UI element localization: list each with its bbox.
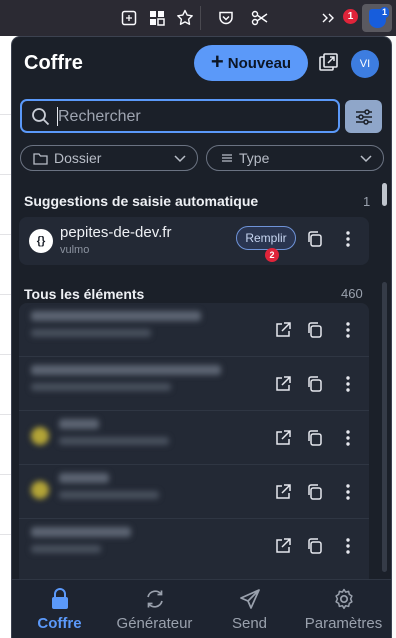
site-favicon-icon: {}: [29, 229, 53, 253]
plus-icon: +: [210, 49, 224, 74]
text-caret: [57, 107, 58, 126]
search-input[interactable]: [56, 106, 330, 128]
nav-vault[interactable]: Coffre: [12, 580, 107, 638]
blurred-item-text: [31, 365, 221, 391]
popout-icon[interactable]: [317, 52, 339, 74]
bitwarden-popup: Coffre + Nouveau VI Dossier Type Suggest…: [12, 37, 391, 638]
copy-icon[interactable]: [304, 535, 326, 557]
more-options-icon[interactable]: [337, 535, 359, 557]
nav-settings[interactable]: Paramètres: [296, 580, 391, 638]
bitwarden-count-badge: 1: [379, 7, 389, 18]
gear-icon: [332, 587, 356, 611]
blurred-item-text: [31, 527, 131, 553]
more-options-icon[interactable]: [337, 228, 359, 250]
copy-icon[interactable]: [304, 319, 326, 341]
fill-button[interactable]: Remplir: [236, 226, 296, 250]
folder-filter[interactable]: Dossier: [20, 145, 198, 171]
refresh-icon: [143, 587, 167, 611]
launch-icon[interactable]: [272, 319, 294, 341]
vault-item[interactable]: [19, 519, 369, 579]
new-item-label: Nouveau: [227, 54, 292, 72]
all-items-section-title: Tous les éléments: [24, 286, 145, 302]
toolbar-divider: [200, 6, 201, 30]
folder-filter-label: Dossier: [54, 150, 102, 166]
fill-badge: 2: [265, 248, 279, 262]
search-field[interactable]: [20, 99, 340, 133]
chevron-down-icon: [360, 155, 372, 163]
folder-icon: [33, 152, 48, 165]
lock-icon: [48, 587, 72, 611]
bottom-navigation: Coffre Générateur Send Paramètres: [12, 579, 391, 638]
avatar[interactable]: VI: [351, 50, 379, 78]
type-filter-label: Type: [239, 150, 270, 166]
autofill-section-title: Suggestions de saisie automatique: [24, 193, 259, 209]
vault-item[interactable]: [19, 303, 369, 357]
item-name[interactable]: pepites-de-dev.fr: [60, 224, 171, 241]
nav-vault-label: Coffre: [37, 615, 82, 632]
copy-icon[interactable]: [304, 228, 326, 250]
bitwarden-extension-button[interactable]: 1: [362, 4, 392, 32]
vault-item[interactable]: [19, 465, 369, 519]
search-icon: [32, 108, 50, 126]
more-options-icon[interactable]: [337, 373, 359, 395]
pocket-icon[interactable]: [216, 8, 236, 28]
autofill-item[interactable]: {} pepites-de-dev.fr vulmo Remplir 2: [19, 217, 369, 265]
sliders-icon: [355, 108, 372, 125]
scissors-icon[interactable]: [250, 8, 270, 28]
paper-plane-icon: [238, 587, 262, 611]
more-options-icon[interactable]: [337, 319, 359, 341]
more-options-icon[interactable]: [337, 481, 359, 503]
launch-icon[interactable]: [272, 373, 294, 395]
overflow-menu-icon[interactable]: [318, 8, 338, 28]
nav-generator[interactable]: Générateur: [107, 580, 202, 638]
blurred-item-text: [59, 473, 159, 499]
all-items-count: 460: [341, 286, 363, 301]
scrollbar-track[interactable]: [382, 282, 387, 572]
list-icon: [222, 154, 232, 162]
item-username: vulmo: [60, 244, 90, 256]
new-item-button[interactable]: + Nouveau: [194, 45, 308, 81]
nav-settings-label: Paramètres: [304, 615, 383, 632]
nav-send-label: Send: [231, 615, 268, 632]
chevron-down-icon: [174, 155, 186, 163]
blurred-item-text: [31, 311, 201, 337]
filter-settings-button[interactable]: [345, 100, 382, 133]
vault-item[interactable]: [19, 357, 369, 411]
autofill-count: 1: [363, 194, 371, 209]
launch-icon[interactable]: [272, 535, 294, 557]
nav-generator-label: Générateur: [116, 615, 193, 632]
launch-icon[interactable]: [272, 427, 294, 449]
scrollbar-thumb[interactable]: [382, 183, 387, 206]
copy-icon[interactable]: [304, 481, 326, 503]
blurred-favicon: [31, 481, 49, 499]
notification-badge: 1: [343, 9, 358, 24]
type-filter[interactable]: Type: [206, 145, 384, 171]
blurred-item-text: [59, 419, 169, 445]
copy-icon[interactable]: [304, 427, 326, 449]
screenshot-icon[interactable]: [119, 8, 139, 28]
bookmark-star-icon[interactable]: [175, 8, 195, 28]
launch-icon[interactable]: [272, 481, 294, 503]
browser-toolbar: 1 1: [0, 0, 396, 36]
nav-send[interactable]: Send: [202, 580, 297, 638]
blurred-favicon: [31, 427, 49, 445]
more-options-icon[interactable]: [337, 427, 359, 449]
copy-icon[interactable]: [304, 373, 326, 395]
page-title: Coffre: [24, 52, 83, 74]
vault-item[interactable]: [19, 411, 369, 465]
extensions-grid-icon[interactable]: [147, 8, 167, 28]
background-page: [0, 36, 12, 638]
